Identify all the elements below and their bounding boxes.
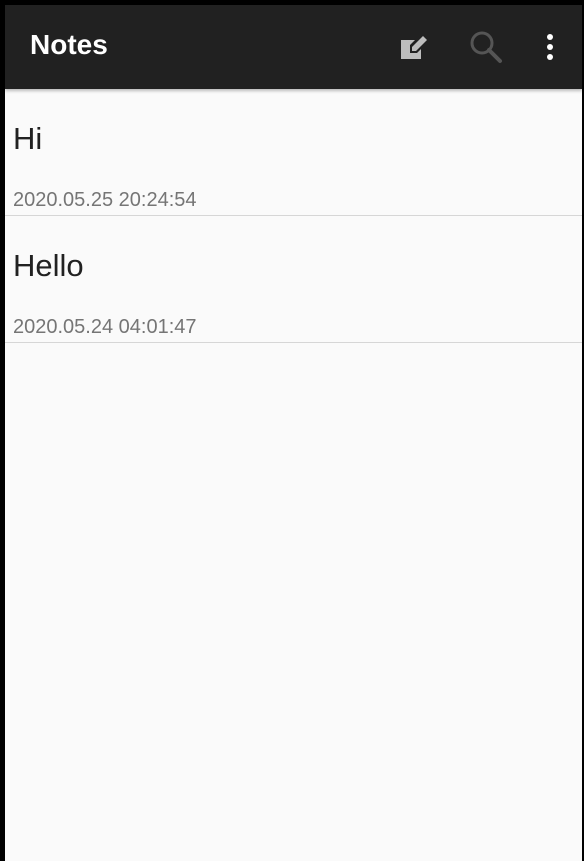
note-title: Hello — [13, 248, 84, 283]
notes-screen: Notes Hi 2020.05.25 20:24:54 Hello 2020.… — [5, 5, 582, 861]
compose-button[interactable] — [393, 27, 433, 67]
note-item[interactable]: Hello 2020.05.24 04:01:47 — [5, 216, 582, 343]
notes-list: Hi 2020.05.25 20:24:54 Hello 2020.05.24 … — [5, 89, 582, 343]
search-button[interactable] — [466, 27, 506, 67]
edit-note-icon — [401, 36, 427, 59]
note-item[interactable]: Hi 2020.05.25 20:24:54 — [5, 89, 582, 216]
overflow-menu-button[interactable] — [530, 27, 570, 67]
app-title: Notes — [30, 29, 108, 60]
note-title: Hi — [13, 121, 43, 156]
note-timestamp: 2020.05.25 20:24:54 — [13, 189, 197, 211]
note-timestamp: 2020.05.24 04:01:47 — [13, 316, 197, 338]
overflow-menu-icon — [547, 34, 553, 60]
app-bar: Notes — [5, 5, 582, 89]
search-icon — [470, 31, 502, 63]
